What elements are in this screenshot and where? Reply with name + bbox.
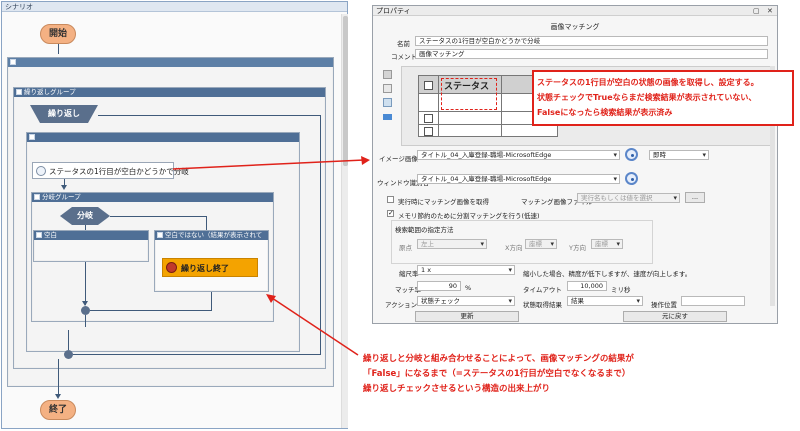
arrow-head-icon (266, 294, 276, 303)
arrow-head-icon (361, 156, 370, 165)
annotation-arrows (172, 156, 370, 356)
arrow-to-properties (172, 159, 365, 170)
arrow-to-loop-end (271, 297, 359, 356)
